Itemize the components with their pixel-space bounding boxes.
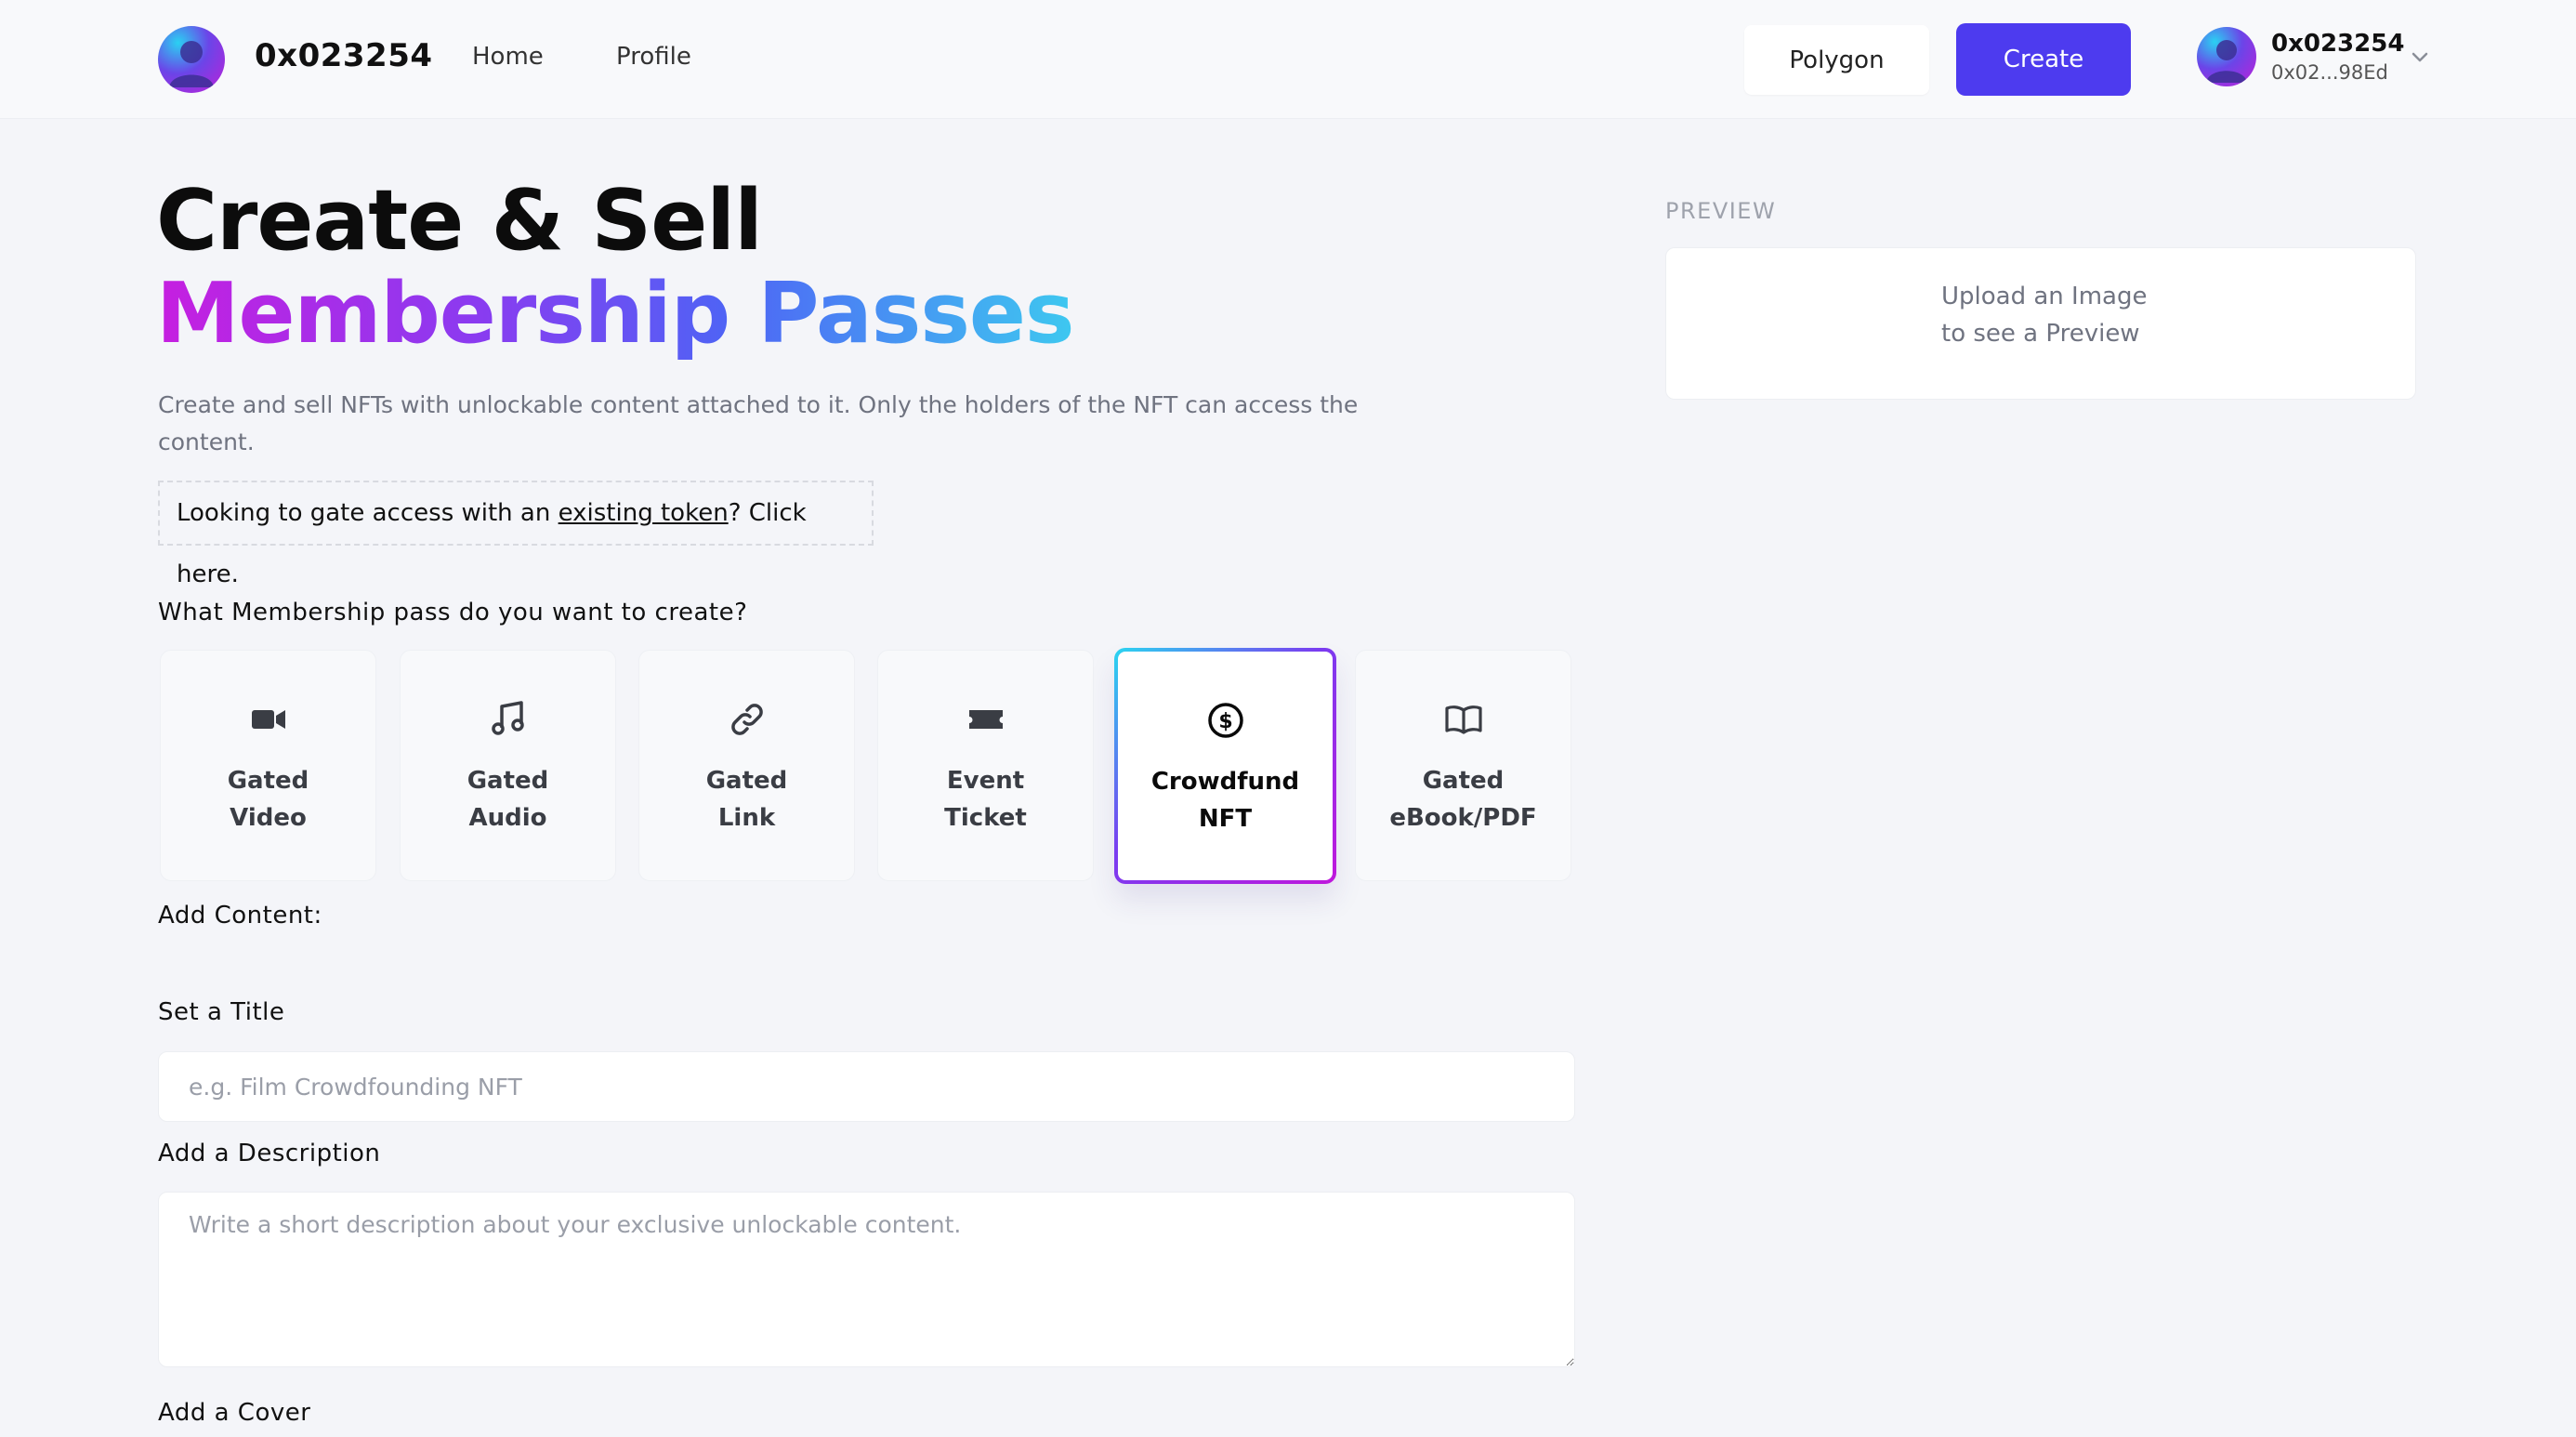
type-card-gated-link[interactable]: Gated Link xyxy=(638,650,855,881)
type-card-line2: Audio xyxy=(468,804,547,832)
account-address: 0x02...98Ed xyxy=(2271,61,2388,84)
user-silhouette-icon xyxy=(169,41,214,87)
description-label: Add a Description xyxy=(158,1140,381,1167)
user-silhouette-icon xyxy=(2206,40,2247,83)
type-card-gated-audio[interactable]: Gated Audio xyxy=(400,650,616,881)
type-card-gated-ebook[interactable]: Gated eBook/PDF xyxy=(1355,650,1571,881)
account-avatar xyxy=(2197,27,2256,86)
description-textarea[interactable] xyxy=(158,1192,1575,1367)
add-content-label: Add Content: xyxy=(158,902,322,929)
type-card-crowdfund-nft[interactable]: $ Crowdfund NFT xyxy=(1114,648,1336,884)
type-card-line2: Link xyxy=(717,804,776,832)
brand-avatar[interactable] xyxy=(158,26,225,93)
type-card-line1: Gated xyxy=(705,767,788,795)
network-selector-button[interactable]: Polygon xyxy=(1744,25,1929,95)
create-button[interactable]: Create xyxy=(1956,23,2131,96)
open-book-icon xyxy=(1443,699,1484,740)
type-card-line2: NFT xyxy=(1198,805,1253,833)
account-menu[interactable]: 0x023254 0x02...98Ed xyxy=(2195,26,2437,91)
type-card-event-ticket[interactable]: Event Ticket xyxy=(877,650,1094,881)
preview-label: PREVIEW xyxy=(1665,198,1777,224)
type-card-line1: Gated xyxy=(1422,767,1505,795)
type-card-line1: Event xyxy=(946,767,1025,795)
nav-profile-link[interactable]: Profile xyxy=(616,43,691,71)
svg-text:$: $ xyxy=(1218,710,1232,733)
create-pass-page: 0x023254 Home Profile Polygon Create 0x0… xyxy=(0,0,2576,1437)
page-title: Create & Sell xyxy=(156,172,763,270)
preview-line1: Upload an Image xyxy=(1941,283,2148,310)
preview-panel: Upload an Image to see a Preview xyxy=(1665,247,2416,400)
link-icon xyxy=(727,699,768,740)
preview-line2: to see a Preview xyxy=(1941,320,2140,348)
page-description: Create and sell NFTs with unlockable con… xyxy=(158,391,1359,455)
type-card-line2: eBook/PDF xyxy=(1389,804,1537,832)
type-card-line1: Gated xyxy=(467,767,549,795)
top-navbar: 0x023254 Home Profile Polygon Create 0x0… xyxy=(0,0,2576,119)
pass-type-question: What Membership pass do you want to crea… xyxy=(158,599,748,626)
type-card-line1: Crowdfund xyxy=(1150,768,1300,796)
type-card-gated-video[interactable]: Gated Video xyxy=(160,650,376,881)
type-card-line2: Ticket xyxy=(944,804,1027,832)
existing-token-link[interactable]: existing token xyxy=(559,499,729,527)
type-card-line2: Video xyxy=(230,804,307,832)
brand-name[interactable]: 0x023254 xyxy=(255,37,433,74)
cover-label: Add a Cover xyxy=(158,1399,311,1427)
title-input[interactable] xyxy=(158,1051,1575,1122)
chevron-down-icon[interactable] xyxy=(2409,46,2431,69)
dollar-coin-icon: $ xyxy=(1205,700,1246,741)
preview-placeholder: Upload an Image to see a Preview xyxy=(1941,278,2147,352)
video-camera-icon xyxy=(248,699,289,740)
account-name: 0x023254 xyxy=(2271,30,2405,58)
existing-token-banner[interactable]: Looking to gate access with an existing … xyxy=(158,481,874,588)
type-card-line1: Gated xyxy=(227,767,309,795)
ticket-icon xyxy=(966,699,1006,740)
page-subtitle: Membership Passes xyxy=(156,265,1075,363)
nav-home-link[interactable]: Home xyxy=(472,43,544,71)
music-note-icon xyxy=(488,699,529,740)
gate-prefix: Looking to gate access with an xyxy=(177,499,559,527)
title-label: Set a Title xyxy=(158,998,285,1026)
